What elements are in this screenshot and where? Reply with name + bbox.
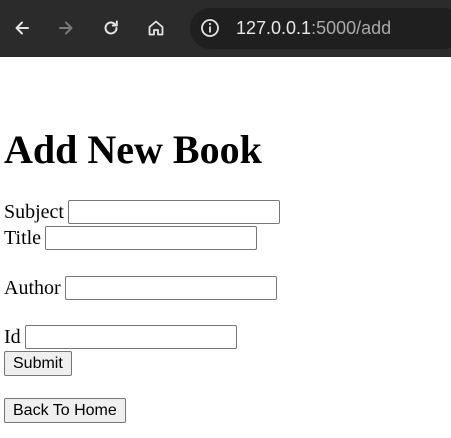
- author-label: Author: [4, 277, 61, 299]
- id-row: Id: [4, 325, 237, 349]
- submit-button[interactable]: Submit: [4, 351, 72, 376]
- address-bar[interactable]: 127.0.0.1:5000/add: [190, 8, 451, 49]
- browser-toolbar: 127.0.0.1:5000/add: [0, 0, 451, 57]
- back-to-home-button[interactable]: Back To Home: [4, 398, 126, 423]
- id-input[interactable]: [24, 325, 237, 349]
- home-icon[interactable]: [142, 14, 170, 42]
- subject-row: Subject: [4, 200, 280, 224]
- page-title: Add New Book: [4, 127, 262, 172]
- title-input[interactable]: [45, 226, 258, 250]
- info-icon[interactable]: [200, 18, 220, 38]
- url-host: 127.0.0.1: [236, 18, 312, 38]
- subject-input[interactable]: [68, 200, 280, 224]
- url-path: :5000/add: [311, 18, 392, 38]
- reload-icon[interactable]: [97, 14, 125, 42]
- id-label: Id: [4, 326, 21, 348]
- title-label: Title: [4, 227, 42, 249]
- back-icon[interactable]: [8, 14, 36, 42]
- author-input[interactable]: [64, 276, 277, 300]
- title-row: Title: [4, 226, 258, 250]
- forward-icon[interactable]: [52, 14, 80, 42]
- author-row: Author: [4, 276, 277, 300]
- subject-label: Subject: [4, 201, 64, 223]
- url-text[interactable]: 127.0.0.1:5000/add: [236, 18, 391, 39]
